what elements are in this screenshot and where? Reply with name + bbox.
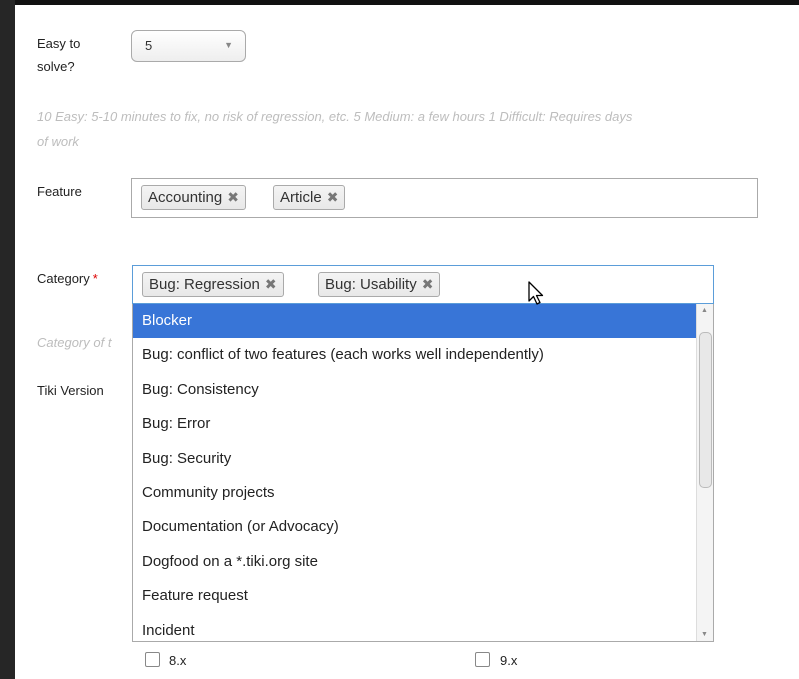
dropdown-scrollbar[interactable]: ▲ ▼ — [696, 304, 713, 641]
category-help-text: Category of t — [37, 335, 112, 350]
category-label-text: Category — [37, 271, 90, 286]
tag-label: Bug: Regression — [149, 276, 260, 293]
easy-select-value: 5 — [145, 38, 153, 53]
feature-input[interactable]: Accounting ✖ Article ✖ — [131, 178, 758, 218]
easy-to-solve-label: Easy to solve? — [37, 32, 80, 78]
mouse-cursor-icon — [528, 281, 544, 305]
tiki-version-label: Tiki Version — [37, 383, 104, 398]
easy-label-line2: solve? — [37, 59, 75, 74]
tag-label: Accounting — [148, 189, 223, 206]
dropdown-option[interactable]: Blocker — [133, 304, 713, 339]
dropdown-option[interactable]: Dogfood on a *.tiki.org site — [133, 545, 713, 579]
dropdown-option[interactable]: Feature request — [133, 579, 713, 613]
category-input[interactable]: Bug: Regression ✖ Bug: Usability ✖ — [132, 265, 714, 304]
feature-tag: Article ✖ — [273, 185, 346, 210]
easy-label-line1: Easy to — [37, 36, 81, 51]
easy-help-line2: of work — [37, 134, 79, 149]
chevron-down-icon: ▼ — [224, 40, 233, 50]
dropdown-option[interactable]: Bug: Consistency — [133, 373, 713, 407]
scrollbar-thumb[interactable] — [699, 332, 712, 488]
version-checkbox-9x[interactable] — [475, 652, 490, 667]
close-icon[interactable]: ✖ — [327, 189, 339, 205]
close-icon[interactable]: ✖ — [422, 276, 434, 292]
category-tag: Bug: Regression ✖ — [142, 272, 284, 297]
dropdown-option[interactable]: Documentation (or Advocacy) — [133, 510, 713, 544]
dropdown-option[interactable]: Incident — [133, 614, 713, 641]
dropdown-option[interactable]: Community projects — [133, 476, 713, 510]
easy-help-line1: 10 Easy: 5-10 minutes to fix, no risk of… — [37, 109, 633, 124]
feature-label: Feature — [37, 184, 82, 199]
category-tag: Bug: Usability ✖ — [318, 272, 441, 297]
scroll-up-icon[interactable]: ▲ — [701, 307, 708, 314]
dropdown-option[interactable]: Bug: Security — [133, 442, 713, 476]
easy-to-solve-select[interactable]: 5 ▼ — [131, 30, 246, 62]
dropdown-option[interactable]: Bug: conflict of two features (each work… — [133, 338, 713, 372]
required-asterisk: * — [92, 271, 98, 286]
close-icon[interactable]: ✖ — [265, 276, 277, 292]
feature-tag: Accounting ✖ — [141, 185, 246, 210]
category-label: Category * — [37, 267, 98, 290]
version-label-9x: 9.x — [500, 653, 518, 668]
dropdown-option[interactable]: Bug: Error — [133, 407, 713, 441]
category-dropdown[interactable]: Blocker Bug: conflict of two features (e… — [132, 304, 714, 642]
easy-help-text: 10 Easy: 5-10 minutes to fix, no risk of… — [37, 104, 632, 154]
version-checkbox-8x[interactable] — [145, 652, 160, 667]
scroll-down-icon[interactable]: ▼ — [701, 631, 708, 638]
version-label-8x: 8.x — [169, 653, 187, 668]
tag-label: Bug: Usability — [325, 276, 417, 293]
close-icon[interactable]: ✖ — [227, 189, 239, 205]
tag-label: Article — [280, 189, 322, 206]
form-page: Easy to solve? 5 ▼ 10 Easy: 5-10 minutes… — [15, 0, 799, 679]
